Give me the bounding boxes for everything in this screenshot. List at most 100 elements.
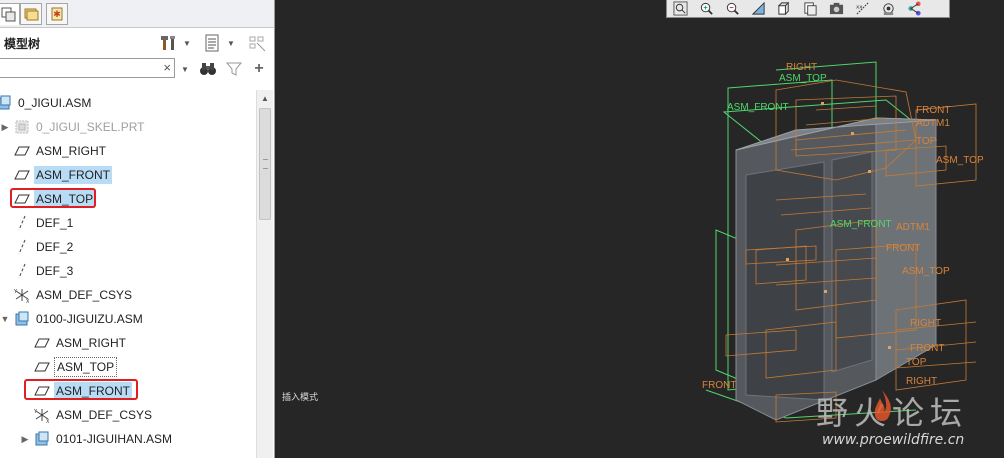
datum-plane-icon xyxy=(34,335,50,351)
navigator-tab-strip: ✱ xyxy=(0,0,274,28)
display-style-button[interactable] xyxy=(773,0,796,17)
tab-folder-browser[interactable] xyxy=(20,3,42,25)
expand-arrow-icon[interactable]: ▶ xyxy=(20,434,30,444)
funnel-icon xyxy=(226,62,242,76)
model-tree-title: 模型树 xyxy=(4,37,41,51)
csys-icon: YX xyxy=(14,287,30,303)
display-style-icon xyxy=(777,1,790,16)
view-manager-button[interactable] xyxy=(825,0,848,17)
layers-icon xyxy=(1,7,16,22)
tree-item-skeleton[interactable]: 0_JIGUI_SKEL.PRT xyxy=(14,116,147,138)
tree-item-label: ASM_FRONT xyxy=(34,166,113,184)
datum-label: ASM_FRONT xyxy=(727,102,789,113)
tree-item-asm-front[interactable]: ASM_FRONT xyxy=(14,164,113,186)
datum-label: ASM_FRONT xyxy=(830,219,892,230)
annotation-display-icon xyxy=(883,3,894,16)
zoom-fit-icon xyxy=(673,1,688,16)
chevron-down-icon[interactable]: ▼ xyxy=(226,33,236,53)
datum-label: ADTM1 xyxy=(916,118,950,129)
datum-axis-icon xyxy=(14,239,30,255)
annotation-highlight-box xyxy=(24,379,138,400)
expand-arrow-icon[interactable]: ▶ xyxy=(0,122,10,132)
tree-item-label: 0_JIGUI_SKEL.PRT xyxy=(36,120,145,134)
tree-item-def-1[interactable]: DEF_1 xyxy=(14,212,75,234)
tree-item-sub-asm-right[interactable]: ASM_RIGHT xyxy=(34,332,128,354)
filter-button[interactable] xyxy=(224,59,244,79)
tree-item-label: DEF_1 xyxy=(36,216,74,230)
tab-model-tree[interactable] xyxy=(0,3,20,25)
datum-display-button[interactable]: xx xyxy=(851,0,874,17)
collapse-arrow-icon[interactable]: ▼ xyxy=(0,314,10,324)
scroll-grip xyxy=(263,159,268,169)
annotation-highlight-box xyxy=(10,188,96,208)
datum-plane-icon xyxy=(14,143,30,159)
zoom-out-icon xyxy=(726,2,739,15)
svg-text:X: X xyxy=(46,419,50,423)
tree-search-input[interactable] xyxy=(0,59,159,77)
grid-filter-icon xyxy=(249,36,266,52)
scroll-thumb[interactable] xyxy=(259,108,271,220)
spin-center-icon xyxy=(908,1,921,16)
datum-label: ADTM1 xyxy=(896,222,930,233)
datum-label: ASM_TOP xyxy=(902,266,950,277)
datum-label: FRONT xyxy=(886,243,921,254)
tree-item-sub-asm-def-csys[interactable]: YX ASM_DEF_CSYS xyxy=(34,404,154,426)
star-page-icon: ✱ xyxy=(51,7,63,21)
datum-label: RIGHT xyxy=(786,62,818,73)
tree-item-sub-asm-top[interactable]: ASM_TOP xyxy=(34,356,118,378)
tree-item-def-3[interactable]: DEF_3 xyxy=(14,260,75,282)
tree-item-label: 0100-JIGUIZU.ASM xyxy=(36,312,143,326)
tree-item-asm-def-csys[interactable]: YX ASM_DEF_CSYS xyxy=(14,284,134,306)
svg-text:✱: ✱ xyxy=(53,10,61,20)
tree-item-def-2[interactable]: DEF_2 xyxy=(14,236,75,258)
settings-tools-button[interactable] xyxy=(158,33,180,53)
tree-item-jiguihan-assembly[interactable]: 0101-JIGUIHAN.ASM xyxy=(34,428,174,450)
csys-icon: YX xyxy=(34,407,50,423)
add-column-icon[interactable]: + xyxy=(250,59,268,79)
tree-item-label: 0101-JIGUIHAN.ASM xyxy=(56,432,173,446)
find-button[interactable] xyxy=(198,59,218,79)
scroll-up-icon[interactable]: ▲ xyxy=(257,90,273,106)
datum-label: TOP xyxy=(916,136,937,147)
tree-item-label: DEF_3 xyxy=(36,264,74,278)
tree-item-asm-right[interactable]: ASM_RIGHT xyxy=(14,140,108,162)
chevron-down-icon[interactable]: ▼ xyxy=(180,59,190,79)
tree-search-row: × ▼ + xyxy=(0,57,274,81)
datum-label: FRONT xyxy=(916,105,951,116)
tree-item-root-assembly[interactable]: 0_JIGUI.ASM xyxy=(0,92,93,114)
repaint-icon xyxy=(751,1,765,15)
zoom-in-button[interactable] xyxy=(695,0,718,17)
saved-views-icon xyxy=(804,2,817,16)
tree-item-label: DEF_2 xyxy=(36,240,74,254)
tree-item-jiguizu-assembly[interactable]: 0100-JIGUIZU.ASM xyxy=(14,308,145,330)
graphics-viewport[interactable]: RIGHT ASM_TOP ASM_FRONT FRONT ADTM1 TOP … xyxy=(276,0,1004,458)
chevron-down-icon[interactable]: ▼ xyxy=(182,33,192,53)
tree-item-label: ASM_DEF_CSYS xyxy=(56,408,153,422)
svg-text:X: X xyxy=(26,299,30,303)
datum-label: TOP xyxy=(906,357,927,368)
list-page-icon xyxy=(205,34,219,52)
saved-views-button[interactable] xyxy=(799,0,822,17)
zoom-out-button[interactable] xyxy=(721,0,744,17)
tree-filter-button[interactable] xyxy=(246,33,268,53)
zoom-in-icon xyxy=(700,2,713,15)
clear-search-icon[interactable]: × xyxy=(163,60,171,75)
repaint-button[interactable] xyxy=(747,0,770,17)
spin-center-button[interactable] xyxy=(903,0,926,17)
datum-display-icon: xx xyxy=(856,2,869,15)
tree-item-label: ASM_RIGHT xyxy=(36,144,107,158)
tree-item-label: 0_JIGUI.ASM xyxy=(18,96,92,110)
show-button[interactable] xyxy=(202,33,222,53)
zoom-fit-button[interactable] xyxy=(669,0,692,17)
annotation-display-button[interactable] xyxy=(877,0,900,17)
model-tree: 0_JIGUI.ASM ▶ 0_JIGUI_SKEL.PRT ASM_RIGHT… xyxy=(0,90,256,458)
watermark-url: www.proewildfire.cn xyxy=(822,432,965,448)
tab-favorites[interactable]: ✱ xyxy=(46,3,68,25)
tree-scrollbar[interactable]: ▲ xyxy=(256,90,273,458)
datum-label: ASM_TOP xyxy=(936,155,984,166)
view-manager-icon xyxy=(829,2,844,15)
datum-label: ASM_TOP xyxy=(779,73,827,84)
tree-search-box: × xyxy=(0,58,175,78)
datum-label: FRONT xyxy=(702,380,737,391)
datum-label: FRONT xyxy=(910,343,945,354)
